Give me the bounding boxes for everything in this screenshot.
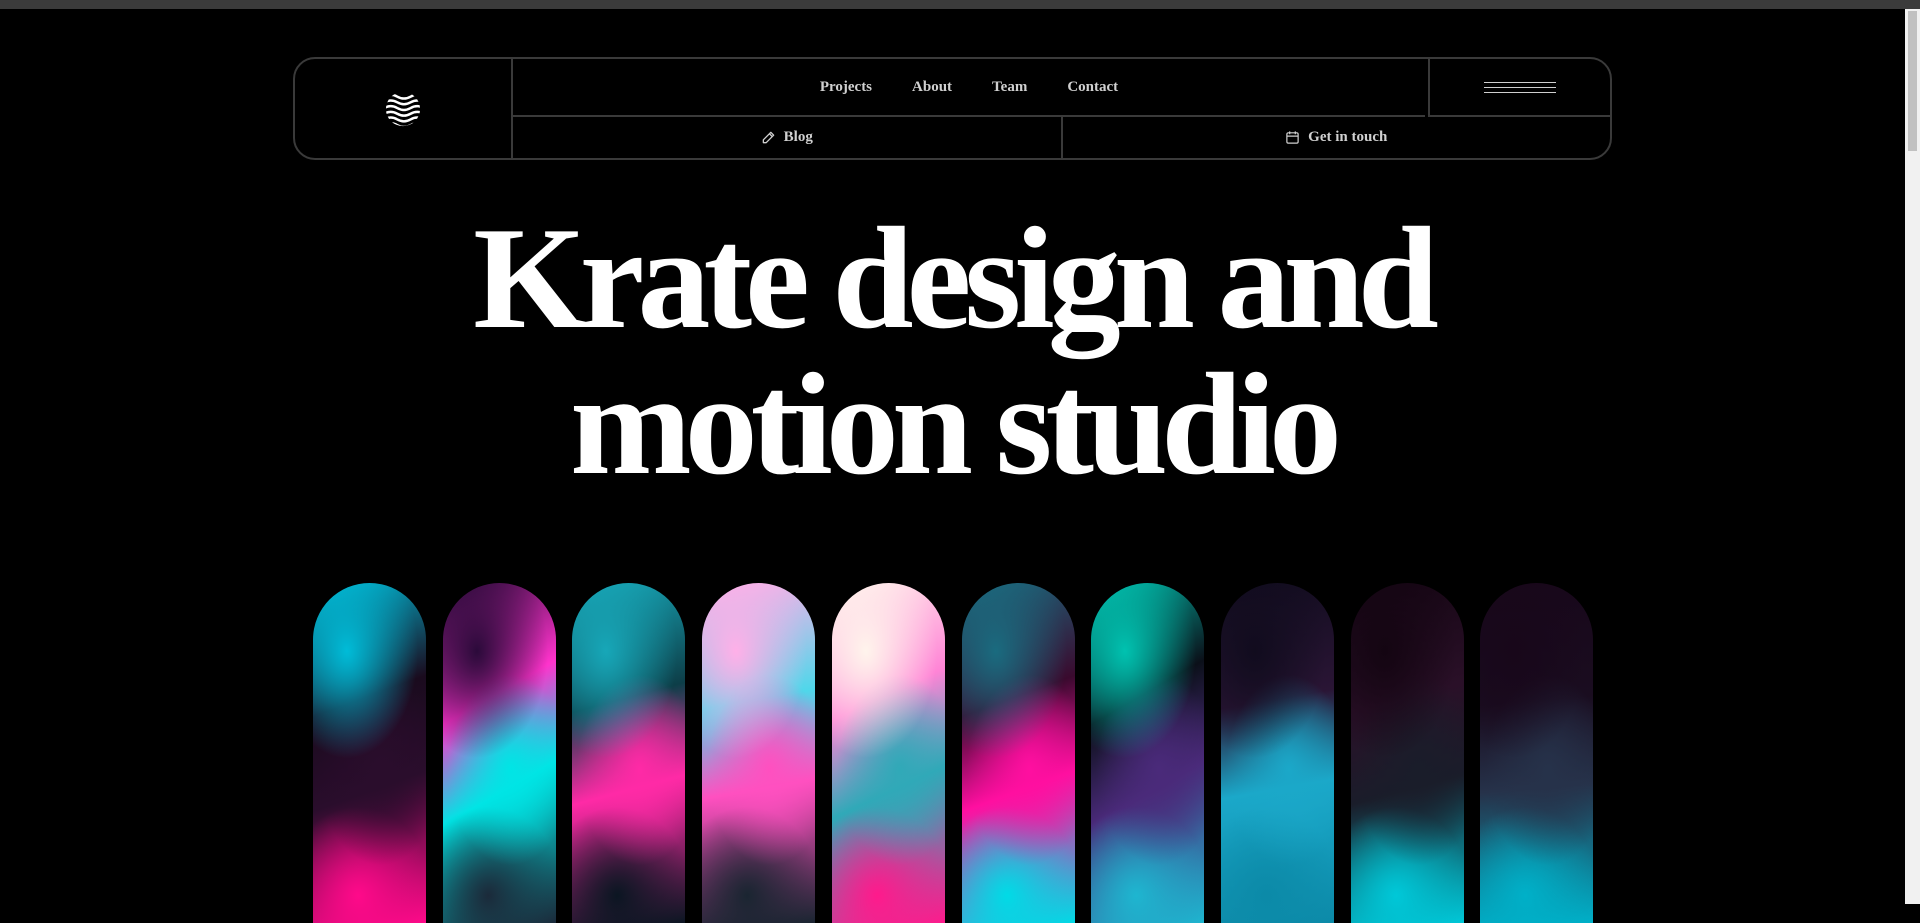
browser-top-bar [0,0,1920,9]
hero-line-2: motion studio [570,343,1342,505]
nav-links: Projects About Team Contact [513,59,1425,117]
gradient-pill-5[interactable] [831,583,945,923]
gradient-pill-4[interactable] [702,583,816,923]
nav-link-about[interactable]: About [912,79,952,96]
gradient-gallery [313,583,1594,923]
gradient-pill-8[interactable] [1220,583,1334,923]
nav-link-contact[interactable]: Contact [1067,79,1118,96]
gradient-pill-7[interactable] [1091,583,1205,923]
menu-button[interactable] [1428,59,1610,117]
get-in-touch-button[interactable]: Get in touch [1063,117,1611,158]
blog-button[interactable]: Blog [513,117,1063,158]
calendar-icon [1286,131,1299,144]
pencil-icon [762,131,774,144]
main-navigation: Projects About Team Contact Blog Get in … [293,57,1612,160]
hamburger-icon[interactable] [1484,81,1556,93]
scrollbar-thumb[interactable] [1908,11,1917,151]
hero-line-1: Krate design and [473,197,1439,359]
nav-bottom-row: Blog Get in touch [513,117,1610,158]
logo-cell[interactable] [295,59,513,158]
gradient-pill-3[interactable] [572,583,686,923]
gradient-pill-1[interactable] [313,583,426,923]
page-scrollbar[interactable] [1905,9,1920,904]
gradient-pill-6[interactable] [961,583,1075,923]
wave-logo-icon[interactable] [384,90,422,128]
blog-label: Blog [783,129,813,145]
hero-heading: Krate design and motion studio [0,205,1905,497]
gradient-pill-9[interactable] [1350,583,1464,923]
nav-link-team[interactable]: Team [992,79,1027,96]
gradient-pill-10[interactable] [1480,583,1594,923]
gradient-pill-2[interactable] [442,583,556,923]
nav-link-projects[interactable]: Projects [820,79,872,96]
get-in-touch-label: Get in touch [1308,129,1388,145]
